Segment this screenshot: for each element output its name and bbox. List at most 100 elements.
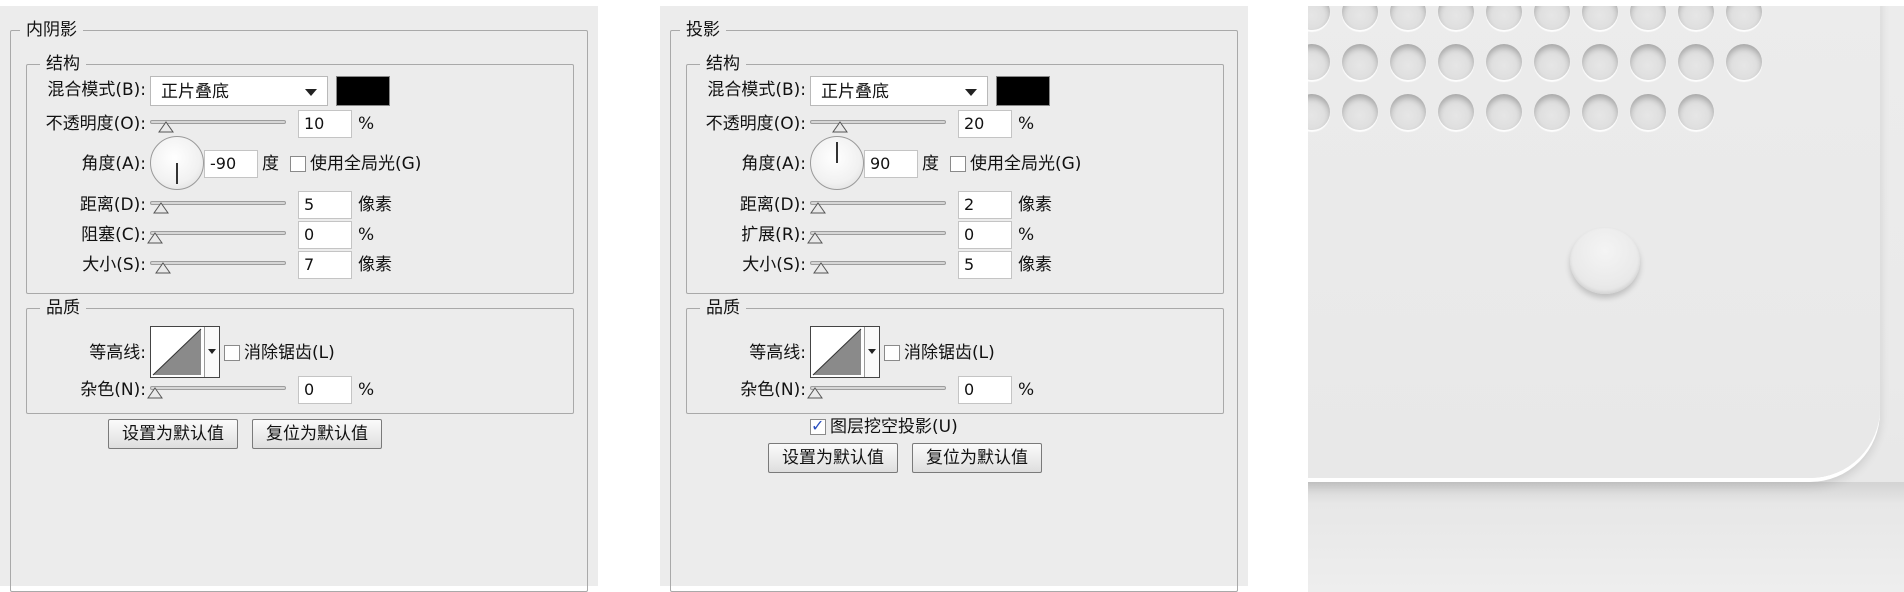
opacity-unit: % [358,114,375,134]
perforation-hole [1630,44,1666,80]
contour-dropdown-icon[interactable] [864,327,879,377]
noise-label: 杂色(N): [80,380,146,400]
noise-unit: % [358,380,375,400]
reset-default-button[interactable]: 复位为默认值 [912,443,1042,473]
contour-label: 等高线: [89,343,146,363]
perforation-hole [1726,44,1762,80]
size-input[interactable]: 7 [298,251,352,279]
structure-title: 结构 [40,54,86,74]
angle-unit: 度 [262,154,279,174]
size-slider-thumb[interactable] [813,262,829,274]
choke-unit: % [358,225,375,245]
noise-input[interactable]: 0 [958,376,1012,404]
spread-input[interactable]: 0 [958,221,1012,249]
opacity-slider-thumb[interactable] [158,121,174,133]
quality-title: 品质 [40,298,86,318]
blend-mode-select[interactable]: 正片叠底 [150,76,328,106]
distance-input[interactable]: 2 [958,191,1012,219]
anti-alias-checkbox[interactable] [224,345,240,361]
opacity-slider-thumb[interactable] [832,121,848,133]
anti-alias-checkbox[interactable] [884,345,900,361]
anti-alias-label: 消除锯齿(L) [904,343,995,363]
distance-input[interactable]: 5 [298,191,352,219]
perforation-hole [1678,94,1714,130]
opacity-input[interactable]: 10 [298,110,352,138]
noise-slider-thumb[interactable] [147,387,163,399]
spread-slider-track[interactable] [810,231,946,235]
opacity-label: 不透明度(O): [705,114,806,134]
chevron-down-icon [965,89,977,96]
angle-input[interactable]: -90 [204,150,258,178]
anti-alias-label: 消除锯齿(L) [244,343,335,363]
blend-color-swatch[interactable] [996,76,1050,106]
choke-slider-track[interactable] [150,231,286,235]
inner-shadow-panel: 内阴影 结构 混合模式(B): 正片叠底 不透明度(O): 10 % 角度(A)… [0,6,598,592]
choke-slider-thumb[interactable] [147,232,163,244]
preview-knob [1570,228,1640,294]
perforation-hole [1534,94,1570,130]
drop-shadow-panel: 投影 结构 混合模式(B): 正片叠底 不透明度(O): 20 % 角度(A):… [660,6,1248,592]
noise-slider-thumb[interactable] [807,387,823,399]
distance-slider-thumb[interactable] [810,202,826,214]
perforation-hole [1486,44,1522,80]
blend-mode-label: 混合模式(B): [707,80,806,100]
reset-default-button[interactable]: 复位为默认值 [252,419,382,449]
opacity-input[interactable]: 20 [958,110,1012,138]
distance-label: 距离(D): [739,195,806,215]
noise-input[interactable]: 0 [298,376,352,404]
distance-label: 距离(D): [79,195,146,215]
angle-unit: 度 [922,154,939,174]
spread-slider-thumb[interactable] [807,232,823,244]
contour-label: 等高线: [749,343,806,363]
blend-mode-value: 正片叠底 [161,82,229,102]
choke-label: 阻塞(C): [81,225,146,245]
contour-curve-icon [812,328,862,376]
size-input[interactable]: 5 [958,251,1012,279]
noise-slider-track[interactable] [150,386,286,390]
perforation-hole [1582,94,1618,130]
set-default-button[interactable]: 设置为默认值 [108,419,238,449]
knockout-label: 图层挖空投影(U) [830,417,958,437]
angle-label: 角度(A): [741,154,806,174]
knockout-checkbox[interactable] [810,416,826,435]
perforation-hole [1438,94,1474,130]
preview-background [1308,482,1904,592]
perforation-hole [1390,44,1426,80]
distance-slider-track[interactable] [810,201,946,205]
size-slider-track[interactable] [810,261,946,265]
angle-dial[interactable] [810,136,864,190]
perforation-hole [1438,44,1474,80]
distance-slider-track[interactable] [150,201,286,205]
structure-title: 结构 [700,54,746,74]
blend-mode-label: 混合模式(B): [47,80,146,100]
size-slider-thumb[interactable] [155,262,171,274]
noise-label: 杂色(N): [740,380,806,400]
perforation-hole [1342,94,1378,130]
contour-dropdown-icon[interactable] [204,327,219,377]
distance-slider-thumb[interactable] [153,202,169,214]
choke-input[interactable]: 0 [298,221,352,249]
contour-picker[interactable] [150,326,220,378]
opacity-unit: % [1018,114,1035,134]
perforation-hole [1582,44,1618,80]
noise-unit: % [1018,380,1035,400]
perforation-hole [1342,44,1378,80]
global-light-checkbox[interactable] [290,156,306,172]
contour-picker[interactable] [810,326,880,378]
noise-slider-track[interactable] [810,386,946,390]
chevron-down-icon [305,89,317,96]
angle-dial[interactable] [150,136,204,190]
set-default-button[interactable]: 设置为默认值 [768,443,898,473]
opacity-label: 不透明度(O): [45,114,146,134]
spread-unit: % [1018,225,1035,245]
global-light-checkbox[interactable] [950,156,966,172]
distance-unit: 像素 [358,195,392,215]
quality-title: 品质 [700,298,746,318]
blend-mode-select[interactable]: 正片叠底 [810,76,988,106]
spread-label: 扩展(R): [741,225,806,245]
angle-input[interactable]: 90 [864,150,918,178]
perforation-hole [1630,94,1666,130]
blend-color-swatch[interactable] [336,76,390,106]
opacity-slider-track[interactable] [810,120,946,124]
perforation-hole [1678,44,1714,80]
